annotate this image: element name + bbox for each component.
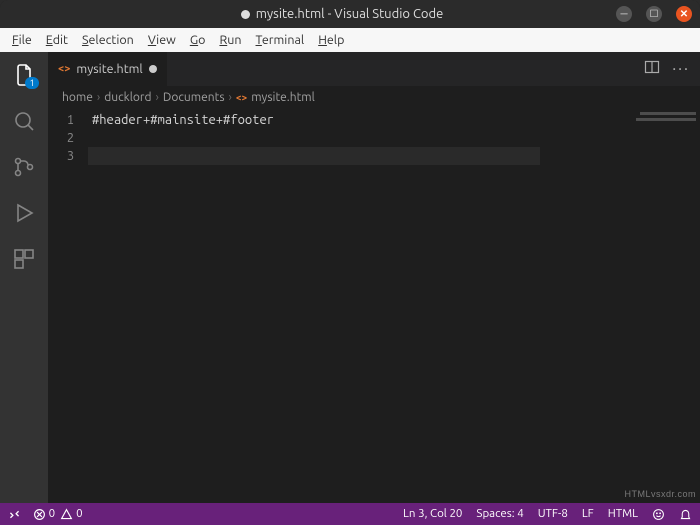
status-bar: 0 0 Ln 3, Col 20 Spaces: 4 UTF-8 LF HTML — [0, 503, 700, 525]
chevron-right-icon: › — [97, 91, 100, 104]
search-icon[interactable] — [11, 108, 37, 134]
menu-help[interactable]: Help — [312, 32, 350, 48]
line-gutter: 1 2 3 — [48, 108, 88, 503]
status-encoding[interactable]: UTF-8 — [538, 507, 568, 520]
chevron-right-icon: › — [155, 91, 158, 104]
crumb-file[interactable]: mysite.html — [251, 91, 315, 104]
close-button[interactable]: ✕ — [676, 6, 692, 22]
status-problems[interactable]: 0 0 — [33, 507, 83, 521]
extensions-icon[interactable] — [11, 246, 37, 272]
explorer-badge: 1 — [25, 77, 38, 89]
code-line-1: #header+#mainsite+#footer — [92, 111, 630, 129]
editor-area[interactable]: 1 2 3 #header+#mainsite+#footer (GROUP O… — [48, 108, 700, 503]
explorer-icon[interactable]: 1 — [11, 62, 37, 88]
menu-edit[interactable]: Edit — [40, 32, 74, 48]
menu-terminal[interactable]: Terminal — [250, 32, 311, 48]
breadcrumbs[interactable]: home › ducklord › Documents › <> mysite.… — [48, 86, 700, 108]
tab-mysite[interactable]: <> mysite.html — [48, 52, 168, 86]
status-cursor[interactable]: Ln 3, Col 20 — [403, 507, 462, 520]
menu-view[interactable]: View — [142, 32, 182, 48]
menu-go[interactable]: Go — [184, 32, 212, 48]
status-eol[interactable]: LF — [582, 507, 594, 520]
window-title: mysite.html - Visual Studio Code — [68, 7, 616, 21]
unsaved-dot-icon — [241, 10, 250, 19]
minimap[interactable] — [630, 108, 700, 503]
minimize-button[interactable]: ─ — [616, 6, 632, 22]
menu-run[interactable]: Run — [213, 32, 247, 48]
crumb-documents[interactable]: Documents — [163, 91, 225, 104]
status-language[interactable]: HTML — [608, 507, 638, 520]
current-line-highlight — [88, 147, 540, 165]
crumb-user[interactable]: ducklord — [104, 91, 151, 104]
tab-label: mysite.html — [76, 62, 142, 76]
run-debug-icon[interactable] — [11, 200, 37, 226]
source-control-icon[interactable] — [11, 154, 37, 180]
menu-file[interactable]: File — [6, 32, 38, 48]
crumb-home[interactable]: home — [62, 91, 93, 104]
chevron-right-icon: › — [229, 91, 232, 104]
code-line-2 — [92, 129, 630, 147]
menu-selection[interactable]: Selection — [76, 32, 140, 48]
feedback-icon[interactable] — [652, 507, 665, 521]
split-editor-icon[interactable] — [644, 59, 660, 79]
menubar: File Edit Selection View Go Run Terminal… — [0, 28, 700, 52]
maximize-button[interactable]: ☐ — [646, 6, 662, 22]
remote-indicator-icon[interactable] — [8, 507, 21, 521]
html-file-icon: <> — [58, 63, 70, 75]
editor-tabs: <> mysite.html ··· — [48, 52, 700, 86]
tab-unsaved-dot-icon — [149, 65, 157, 73]
html-file-icon: <> — [236, 92, 247, 103]
watermark-text: HTMLvsxdr.com — [624, 489, 696, 499]
code-lines[interactable]: #header+#mainsite+#footer (GROUP OF ELEM… — [88, 108, 630, 503]
more-actions-icon[interactable]: ··· — [672, 60, 690, 78]
window-titlebar: mysite.html - Visual Studio Code ─ ☐ ✕ — [0, 0, 700, 28]
status-indent[interactable]: Spaces: 4 — [476, 507, 523, 520]
activity-bar: 1 — [0, 52, 48, 503]
notifications-icon[interactable] — [679, 507, 692, 521]
